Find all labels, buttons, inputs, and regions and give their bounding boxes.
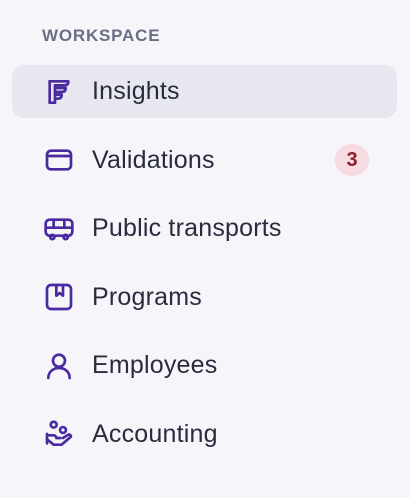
user-icon	[42, 349, 76, 383]
sidebar-item-label: Insights	[92, 77, 180, 105]
bus-icon	[42, 212, 76, 246]
insights-icon	[42, 75, 76, 109]
sidebar-item-accounting[interactable]: Accounting	[12, 408, 397, 461]
sidebar-nav: Insights Validations 3 Public transports…	[12, 65, 397, 476]
hand-coins-icon	[42, 417, 76, 451]
sidebar-item-programs[interactable]: Programs	[12, 271, 397, 324]
sidebar-item-validations[interactable]: Validations 3	[12, 134, 397, 187]
sidebar-item-label: Programs	[92, 282, 202, 311]
sidebar-item-insights[interactable]: Insights	[12, 65, 397, 118]
sidebar-item-label: Accounting	[92, 419, 218, 448]
bookmark-book-icon	[42, 280, 76, 314]
sidebar-item-label: Employees	[92, 351, 218, 379]
sidebar: WORKSPACE Insights Validations 3 Public …	[0, 0, 410, 498]
sidebar-item-label: Public transports	[92, 214, 282, 242]
section-title: WORKSPACE	[42, 26, 161, 45]
sidebar-item-label: Validations	[92, 145, 215, 174]
card-icon	[42, 143, 76, 177]
count-badge: 3	[335, 144, 369, 176]
sidebar-item-public-transports[interactable]: Public transports	[12, 202, 397, 255]
sidebar-item-employees[interactable]: Employees	[12, 339, 397, 392]
